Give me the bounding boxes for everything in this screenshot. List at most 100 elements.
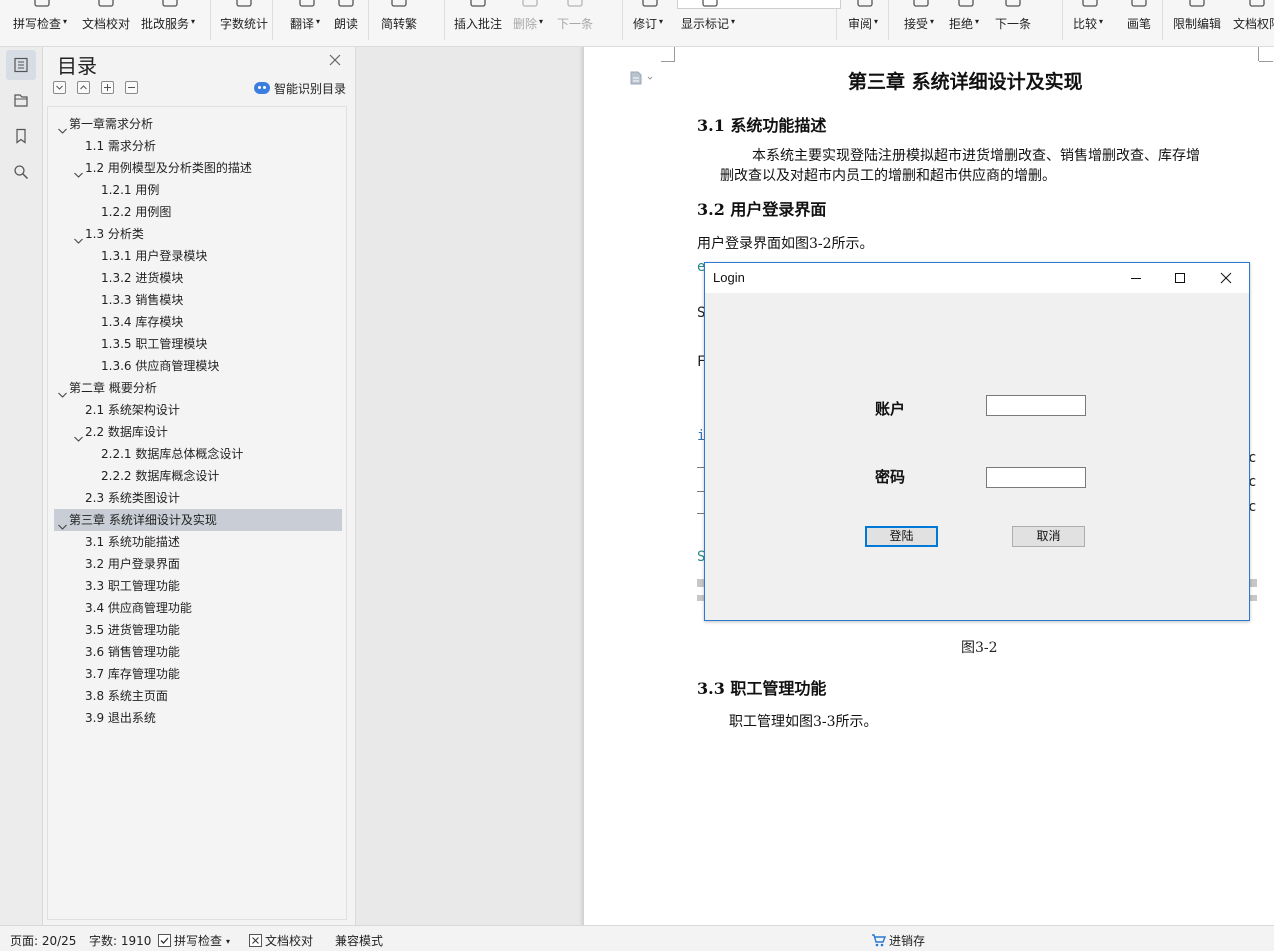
corner-mark [1259, 61, 1273, 62]
toc-item-label: 1.2.1 用例 [101, 183, 160, 197]
navigation-rail [0, 47, 43, 925]
toc-item[interactable]: 第三章 系统详细设计及实现 [54, 509, 342, 531]
sales-inventory-status[interactable]: 进销存 [871, 932, 925, 949]
search-icon[interactable] [6, 157, 36, 187]
chevron-down-icon: ▾ [1099, 17, 1104, 26]
toc-item[interactable]: 1.3.1 用户登录模块 [54, 245, 342, 267]
corner-mark [674, 47, 675, 61]
chevron-down-icon[interactable] [74, 164, 83, 178]
smart-toc-button[interactable]: 智能识别目录 [254, 80, 346, 96]
minimize-icon[interactable] [1113, 263, 1159, 293]
toc-item[interactable]: 1.1 需求分析 [54, 135, 342, 157]
toc-list: 第一章需求分析 1.1 需求分析 1.2 用例模型及分析类图的描述 1.2.1 用例 1… [47, 106, 347, 920]
chevron-down-icon: ▾ [63, 17, 68, 26]
toc-item[interactable]: 1.3.4 库存模块 [54, 311, 342, 333]
toc-item[interactable]: 1.3.3 销售模块 [54, 289, 342, 311]
toc-item[interactable]: 3.2 用户登录界面 [54, 553, 342, 575]
ribbon-button-label: 限制编辑 [1173, 17, 1222, 31]
chapter-navigation-icon[interactable] [6, 85, 36, 115]
toc-item-label: 1.3.4 库存模块 [101, 315, 184, 329]
toc-item[interactable]: 2.2.2 数据库概念设计 [54, 465, 342, 487]
toc-item[interactable]: 3.4 供应商管理功能 [54, 597, 342, 619]
toc-item[interactable]: 1.3.2 进货模块 [54, 267, 342, 289]
toc-item[interactable]: 3.3 职工管理功能 [54, 575, 342, 597]
toc-item-label: 1.3.2 进货模块 [101, 271, 184, 285]
compare-icon [1079, 0, 1101, 10]
toc-item[interactable]: 1.2 用例模型及分析类图的描述 [54, 157, 342, 179]
ribbon-button-label: 接受 [904, 17, 929, 31]
toc-item-label: 3.7 库存管理功能 [85, 667, 180, 681]
expand-all-icon[interactable] [53, 81, 66, 94]
toc-item[interactable]: 2.1 系统架构设计 [54, 399, 342, 421]
accept-icon [910, 0, 932, 10]
simplified-traditional-icon [388, 0, 410, 10]
chevron-down-icon[interactable] [74, 428, 83, 442]
ribbon-button-label: 简转繁 [381, 17, 418, 31]
document-menu-icon[interactable] [630, 71, 656, 88]
collapse-all-icon[interactable] [77, 81, 90, 94]
section-3-1-heading: 3.1 系统功能描述 [697, 116, 827, 135]
account-input[interactable] [986, 395, 1086, 416]
doc-search-icon [159, 0, 181, 10]
toc-item[interactable]: 3.7 库存管理功能 [54, 663, 342, 685]
toc-item[interactable]: 3.1 系统功能描述 [54, 531, 342, 553]
ribbon-separator [622, 0, 623, 40]
toc-item-label: 第一章需求分析 [69, 117, 154, 131]
toc-item-label: 第二章 概要分析 [69, 381, 157, 395]
toc-item[interactable]: 第二章 概要分析 [54, 377, 342, 399]
toc-item[interactable]: 3.5 进货管理功能 [54, 619, 342, 641]
doc-check-status[interactable]: 文档校对 [249, 932, 313, 949]
toc-item-label: 1.1 需求分析 [85, 139, 156, 153]
section-3-2-body: 用户登录界面如图3-2所示。 [697, 236, 874, 252]
cancel-button[interactable]: 取消 [1012, 526, 1085, 547]
ribbon-button-label: 画笔 [1127, 17, 1152, 31]
toc-item[interactable]: 2.2.1 数据库总体概念设计 [54, 443, 342, 465]
close-icon[interactable] [327, 52, 343, 68]
next-comment-icon [564, 0, 586, 10]
login-button[interactable]: 登陆 [865, 526, 938, 547]
ribbon-separator [210, 0, 211, 40]
toc-item[interactable]: 第一章需求分析 [54, 113, 342, 135]
toc-item[interactable]: 1.3.5 职工管理模块 [54, 333, 342, 355]
toc-item[interactable]: 1.2.2 用例图 [54, 201, 342, 223]
toc-item[interactable]: 3.8 系统主页面 [54, 685, 342, 707]
toc-item-label: 2.1 系统架构设计 [85, 403, 180, 417]
chevron-down-icon[interactable] [58, 120, 67, 134]
remove-heading-icon[interactable] [125, 81, 138, 94]
ribbon-button-label: 文档校对 [82, 17, 131, 31]
toc-item[interactable]: 1.3 分析类 [54, 223, 342, 245]
bookmark-icon[interactable] [6, 121, 36, 151]
toc-item-label: 3.3 职工管理功能 [85, 579, 180, 593]
ribbon-button-label: 显示标记 [681, 17, 730, 31]
section-3-3-body: 职工管理如图3-3所示。 [729, 714, 878, 730]
toc-item[interactable]: 2.2 数据库设计 [54, 421, 342, 443]
password-input[interactable] [986, 467, 1086, 488]
ribbon-toolbar: 拼写检查 ▾ 文档校对 批改服务 ▾ 字数统计 翻译 ▾ 朗读 简转繁 插入批注 删除 ▾ 下一条 修订 ▾ 显… [0, 0, 1274, 47]
add-heading-icon[interactable] [101, 81, 114, 94]
toc-item-label: 2.2.2 数据库概念设计 [101, 469, 220, 483]
dialog-titlebar: Login [705, 263, 1249, 293]
page-indicator[interactable]: 页面: 20/25 [10, 932, 76, 949]
ribbon-separator [888, 0, 889, 40]
word-count[interactable]: 字数: 1910 [89, 932, 151, 949]
toc-item[interactable]: 1.2.1 用例 [54, 179, 342, 201]
spell-check-status[interactable]: 拼写检查 ▾ [158, 932, 230, 949]
ribbon-separator [272, 0, 273, 40]
toc-item[interactable]: 1.3.6 供应商管理模块 [54, 355, 342, 377]
toc-item[interactable]: 3.9 退出系统 [54, 707, 342, 729]
reject-icon [955, 0, 977, 10]
toc-item[interactable]: 3.6 销售管理功能 [54, 641, 342, 663]
maximize-icon[interactable] [1157, 263, 1203, 293]
toc-item[interactable]: 2.3 系统类图设计 [54, 487, 342, 509]
chevron-down-icon[interactable] [58, 384, 67, 398]
chevron-down-icon: ▾ [316, 17, 321, 26]
chevron-down-icon: ▾ [539, 17, 544, 26]
toc-panel-icon[interactable] [6, 50, 36, 80]
spell-check-label: 拼写检查 [174, 934, 223, 948]
smart-toc-label: 智能识别目录 [274, 82, 347, 96]
chevron-down-icon[interactable] [58, 516, 67, 530]
chevron-down-icon[interactable] [74, 230, 83, 244]
close-icon[interactable] [1203, 263, 1249, 293]
doc-check-label: 文档校对 [265, 934, 314, 948]
account-label: 账户 [875, 400, 906, 418]
